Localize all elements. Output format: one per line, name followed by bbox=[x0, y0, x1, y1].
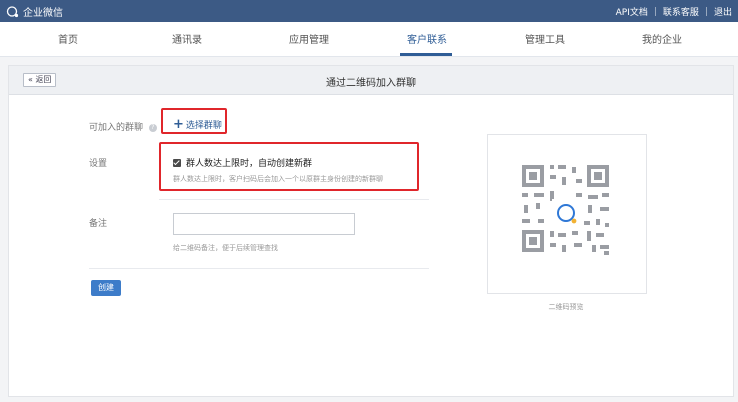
nav-item-customer-contact[interactable]: 客户联系 bbox=[407, 31, 447, 46]
top-bar: 企业微信 API文档 | 联系客服 | 退出 bbox=[0, 0, 738, 22]
nav-item-home[interactable]: 首页 bbox=[58, 31, 78, 46]
nav-item-apps[interactable]: 应用管理 bbox=[289, 31, 329, 46]
link-separator: | bbox=[653, 6, 657, 17]
group-label-row: 可加入的群聊 ? bbox=[89, 120, 157, 133]
qr-code-icon bbox=[522, 165, 609, 255]
main-nav: 首页 通讯录 应用管理 客户联系 管理工具 我的企业 bbox=[0, 22, 738, 57]
panel-header: « 返回 通过二维码加入群聊 bbox=[9, 66, 733, 95]
settings-label: 设置 bbox=[89, 159, 108, 169]
wecom-logo-icon bbox=[6, 5, 19, 18]
active-tab-indicator bbox=[400, 53, 452, 56]
top-links: API文档 | 联系客服 | 退出 bbox=[616, 5, 732, 19]
app-title: 企业微信 bbox=[23, 8, 63, 19]
select-group-button[interactable]: + 选择群聊 bbox=[173, 116, 222, 132]
main-panel: « 返回 通过二维码加入群聊 可加入的群聊 ? + 选择群聊 设置 群人数达上限… bbox=[8, 65, 734, 397]
plus-icon: + bbox=[173, 116, 184, 132]
auto-create-label: 群人数达上限时，自动创建新群 bbox=[186, 159, 313, 169]
remark-input[interactable] bbox=[173, 213, 355, 235]
divider bbox=[89, 268, 429, 269]
select-group-label: 选择群聊 bbox=[185, 121, 222, 131]
create-button[interactable]: 创建 bbox=[91, 280, 121, 296]
logout-link[interactable]: 退出 bbox=[714, 5, 732, 18]
remark-label: 备注 bbox=[89, 219, 108, 229]
help-icon[interactable]: ? bbox=[148, 123, 157, 132]
nav-item-my-company[interactable]: 我的企业 bbox=[642, 31, 682, 46]
divider bbox=[159, 199, 429, 200]
nav-item-contacts[interactable]: 通讯录 bbox=[172, 31, 202, 46]
brand[interactable]: 企业微信 bbox=[6, 4, 63, 19]
group-label: 可加入的群聊 bbox=[89, 123, 144, 133]
auto-create-option[interactable]: 群人数达上限时，自动创建新群 bbox=[173, 156, 312, 169]
link-separator: | bbox=[704, 6, 708, 17]
api-docs-link[interactable]: API文档 bbox=[616, 5, 648, 18]
contact-support-link[interactable]: 联系客服 bbox=[663, 5, 699, 18]
qr-preview-caption: 二维码预览 bbox=[548, 303, 584, 311]
nav-item-tools[interactable]: 管理工具 bbox=[525, 31, 565, 46]
auto-create-hint: 群人数达上限时，客户扫码后会加入一个以原群主身份创建的新群聊 bbox=[173, 175, 383, 183]
qr-preview-card bbox=[487, 134, 647, 294]
auto-create-checkbox[interactable] bbox=[173, 158, 181, 167]
remark-hint: 给二维码备注，便于后续管理查找 bbox=[173, 244, 278, 252]
page-title: 通过二维码加入群聊 bbox=[326, 78, 416, 89]
